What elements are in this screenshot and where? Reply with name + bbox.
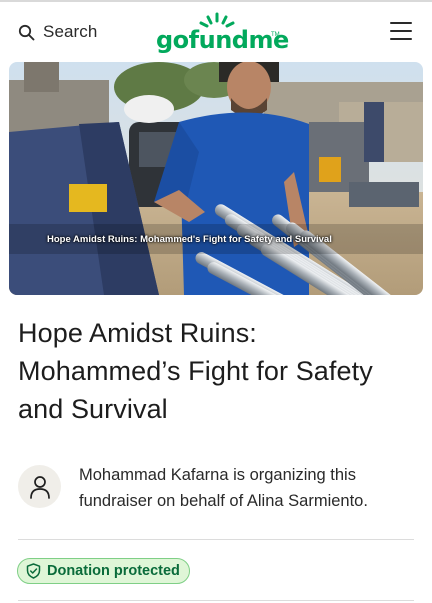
organizer-text: Mohammad Kafarna is organizing this fund… <box>79 466 368 510</box>
search-label: Search <box>43 22 98 41</box>
menu-line <box>390 22 412 24</box>
logo-trademark: TM <box>271 32 280 38</box>
campaign-title: Hope Amidst Ruins: Mohammed’s Fight for … <box>18 318 373 424</box>
donation-protected-badge[interactable]: Donation protected <box>17 558 190 584</box>
top-divider <box>0 0 432 2</box>
badge-label: Donation protected <box>47 563 180 579</box>
menu-line <box>390 38 412 40</box>
hero-photo <box>9 62 423 295</box>
section-divider <box>18 539 414 540</box>
search-button[interactable]: Search <box>18 20 97 44</box>
hamburger-menu-icon[interactable] <box>390 22 412 40</box>
user-icon <box>29 475 50 499</box>
section-divider <box>18 600 414 601</box>
gofundme-logo[interactable]: gofundme TM <box>156 12 289 54</box>
shield-check-icon <box>26 563 41 579</box>
campaign-hero-image[interactable]: Hope Amidst Ruins: Mohammed's Fight for … <box>9 62 423 295</box>
search-icon <box>18 24 35 41</box>
logo-wordmark: gofundme <box>156 26 289 54</box>
site-header: Search gofundme TM <box>0 0 432 62</box>
menu-line <box>390 30 412 32</box>
hero-caption: Hope Amidst Ruins: Mohammed's Fight for … <box>47 234 332 245</box>
organizer-info: Mohammad Kafarna is organizing this fund… <box>18 462 414 516</box>
avatar[interactable] <box>18 465 61 508</box>
